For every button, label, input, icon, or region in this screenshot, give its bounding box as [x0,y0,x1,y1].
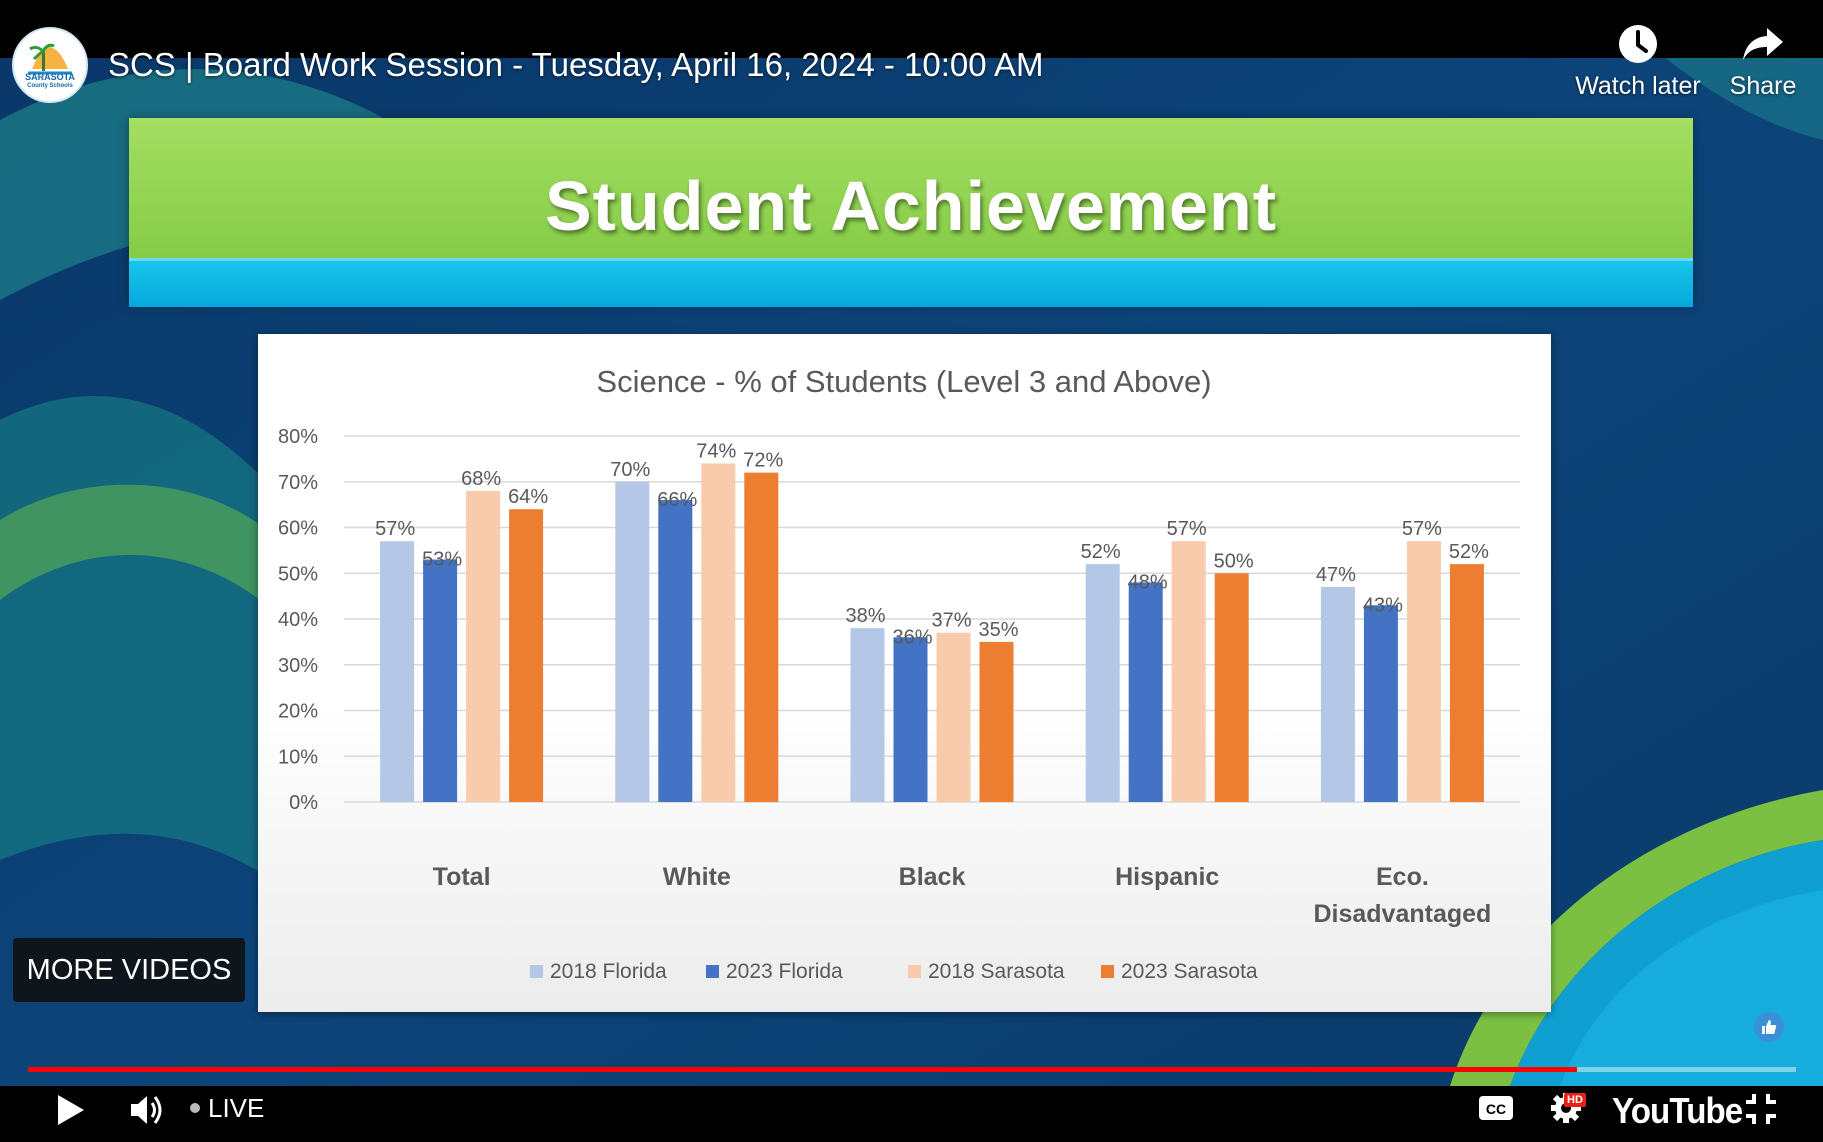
y-tick-label: 50% [278,563,318,585]
y-tick-label: 80% [278,426,318,448]
channel-avatar[interactable]: SARASOTA County Schools [12,27,88,103]
captions-button[interactable]: CC [1478,1093,1514,1128]
bar [1171,541,1206,802]
bar-data-label: 48% [1128,571,1168,593]
like-button[interactable] [1754,1012,1784,1042]
bar-data-label: 52% [1081,541,1121,563]
bar [893,637,928,802]
bar [744,472,779,802]
bar [509,509,544,802]
bar [979,641,1014,802]
x-category-label: Total [433,863,491,891]
progress-bar[interactable] [28,1067,1796,1072]
bar [1128,582,1163,802]
bar [701,463,736,802]
share-arrow-icon [1743,28,1783,60]
more-videos-button[interactable]: MORE VIDEOS [13,938,245,1002]
bar [380,541,415,802]
bar [1363,605,1398,802]
volume-icon [131,1096,162,1124]
legend-swatch [1101,965,1114,978]
banner-blue-band [129,258,1693,307]
legend-label: 2023 Sarasota [1121,960,1258,983]
clock-icon [1619,25,1657,63]
bar-data-label: 57% [1167,518,1207,540]
svg-text:CC: CC [1486,1101,1506,1117]
y-tick-label: 30% [278,655,318,677]
bar-data-label: 50% [1214,550,1254,572]
logo-text-line2: County Schools [27,83,73,89]
bar-data-label: 35% [978,619,1018,641]
bar [1406,541,1441,802]
exit-fullscreen-icon [1746,1094,1776,1124]
x-category-label: Hispanic [1115,863,1219,891]
legend-label: 2018 Sarasota [928,960,1065,983]
bar-data-label: 72% [743,450,783,472]
bar-data-label: 37% [931,610,971,632]
bar [466,490,501,802]
bar [936,632,971,802]
slide-title: Student Achievement [544,167,1278,245]
bar [1085,564,1120,802]
y-tick-label: 40% [278,609,318,631]
video-player[interactable]: SARASOTA County Schools SCS | Board Work… [0,0,1823,1142]
legend-swatch [908,965,921,978]
bar-data-label: 74% [696,440,736,462]
bar-data-label: 57% [1402,518,1442,540]
bar [615,481,650,802]
palm-tree-logo-icon [16,31,84,99]
play-icon [58,1095,84,1125]
live-indicator[interactable]: LIVE [190,1093,264,1123]
logo-text-line1: SARASOTA [25,72,75,82]
thumbs-up-icon [1762,1020,1777,1034]
live-dot [190,1103,200,1114]
legend-label: 2018 Florida [550,960,667,983]
y-tick-label: 60% [278,518,318,540]
bar-data-label: 47% [1316,564,1356,586]
video-title[interactable]: SCS | Board Work Session - Tuesday, Apri… [108,46,1044,84]
x-category-label: Black [899,863,966,891]
bar-data-label: 43% [1363,594,1403,616]
slide-title-banner: Student Achievement [129,118,1693,307]
youtube-logo[interactable]: YouTube [1612,1090,1743,1132]
bar-data-label: 57% [375,518,415,540]
y-tick-label: 10% [278,746,318,768]
volume-button[interactable] [127,1090,167,1135]
bar [1449,564,1484,802]
x-category-label: White [663,863,731,891]
bar [1320,586,1355,802]
bar [1214,573,1249,802]
hd-badge: HD [1564,1093,1586,1107]
y-tick-label: 20% [278,701,318,723]
bar-data-label: 53% [422,549,462,571]
legend-swatch [530,965,543,978]
exit-fullscreen-button[interactable] [1744,1092,1778,1131]
bar-data-label: 38% [845,605,885,627]
share-button[interactable]: Share [1688,22,1823,101]
legend-swatch [706,965,719,978]
chart-title: Science - % of Students (Level 3 and Abo… [596,364,1211,399]
captions-icon: CC [1479,1096,1513,1120]
bar-data-label: 52% [1449,541,1489,563]
progress-played [28,1067,1577,1072]
chart-panel: Science - % of Students (Level 3 and Abo… [258,334,1551,1012]
bar-data-label: 64% [508,486,548,508]
x-category-label: Eco. Disadvantaged [1313,863,1491,928]
bar-data-label: 66% [657,489,697,511]
legend-label: 2023 Florida [726,960,843,983]
live-label: LIVE [208,1093,265,1123]
bar-data-label: 70% [610,459,650,481]
play-button[interactable] [54,1092,88,1133]
share-label: Share [1729,72,1797,100]
bar [423,559,458,802]
bar-data-label: 68% [461,468,501,490]
y-tick-label: 0% [289,792,318,814]
y-tick-label: 70% [278,472,318,494]
bar [850,628,885,802]
bar [658,500,693,802]
science-bar-chart: Science - % of Students (Level 3 and Abo… [278,364,1520,983]
bar-data-label: 36% [892,626,932,648]
